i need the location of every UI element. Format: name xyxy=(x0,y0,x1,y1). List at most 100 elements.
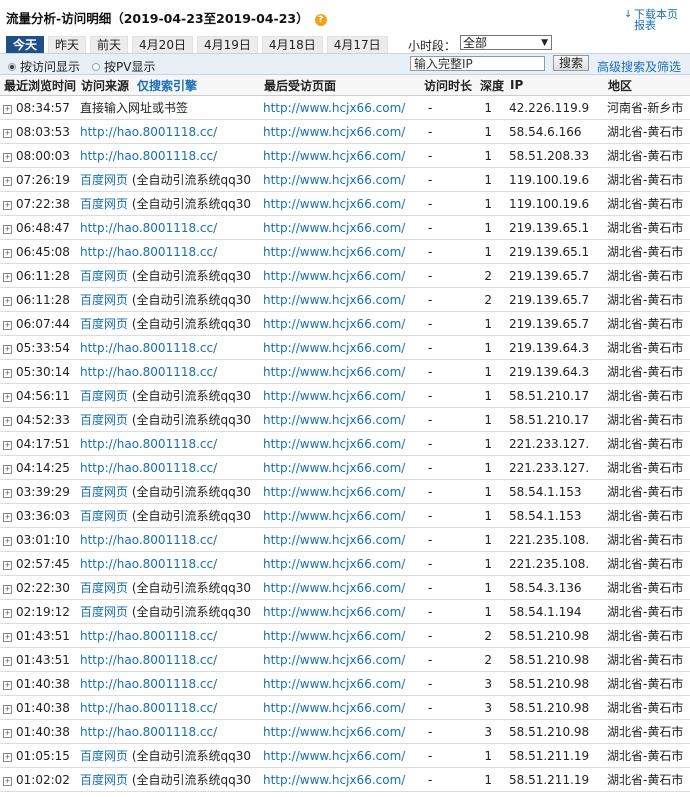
expand-row-icon[interactable]: + xyxy=(3,560,12,570)
expand-row-icon[interactable]: + xyxy=(3,512,12,522)
last-page-link[interactable]: http://www.hcjx66.com/ xyxy=(263,365,405,379)
source-link[interactable]: 百度网页 xyxy=(80,605,128,619)
table-row[interactable]: +03:01:10 http://hao.8001118.cc/http://ww… xyxy=(0,527,690,552)
source-link[interactable]: http://hao.8001118.cc/ xyxy=(80,653,217,667)
table-row[interactable]: +06:07:44 百度网页 (全自动引流系统qq30 http://www.hcj… xyxy=(0,311,690,336)
expand-row-icon[interactable]: + xyxy=(3,488,12,498)
expand-row-icon[interactable]: + xyxy=(3,248,12,258)
last-page-link[interactable]: http://www.hcjx66.com/ xyxy=(263,557,405,571)
radio-by-visit[interactable]: 按访问显示 xyxy=(8,58,80,75)
expand-row-icon[interactable]: + xyxy=(3,320,12,330)
table-row[interactable]: +03:39:29 百度网页 (全自动引流系统qq30 http://www.hcj… xyxy=(0,479,690,504)
last-page-link[interactable]: http://www.hcjx66.com/ xyxy=(263,125,405,139)
table-row[interactable]: +01:43:51 http://hao.8001118.cc/http://ww… xyxy=(0,647,690,672)
table-row[interactable]: +04:52:33 百度网页 (全自动引流系统qq30 http://www.hcj… xyxy=(0,407,690,432)
last-page-link[interactable]: http://www.hcjx66.com/ xyxy=(263,725,405,739)
expand-row-icon[interactable]: + xyxy=(3,272,12,282)
last-page-link[interactable]: http://www.hcjx66.com/ xyxy=(263,677,405,691)
last-page-link[interactable]: http://www.hcjx66.com/ xyxy=(263,437,405,451)
last-page-link[interactable]: http://www.hcjx66.com/ xyxy=(263,509,405,523)
tab-date[interactable]: 4月18日 xyxy=(261,36,323,53)
table-row[interactable]: +05:30:14 http://hao.8001118.cc/http://ww… xyxy=(0,359,690,384)
last-page-link[interactable]: http://www.hcjx66.com/ xyxy=(263,269,405,283)
table-row[interactable]: +06:48:47 http://hao.8001118.cc/http://ww… xyxy=(0,215,690,240)
expand-row-icon[interactable]: + xyxy=(3,680,12,690)
expand-row-icon[interactable]: + xyxy=(3,416,12,426)
source-link[interactable]: http://hao.8001118.cc/ xyxy=(80,629,217,643)
last-page-link[interactable]: http://www.hcjx66.com/ xyxy=(263,197,405,211)
last-page-link[interactable]: http://www.hcjx66.com/ xyxy=(263,245,405,259)
table-row[interactable]: +01:40:38 http://hao.8001118.cc/http://ww… xyxy=(0,671,690,696)
last-page-link[interactable]: http://www.hcjx66.com/ xyxy=(263,149,405,163)
expand-row-icon[interactable]: + xyxy=(3,704,12,714)
radio-by-pv[interactable]: 按PV显示 xyxy=(92,58,155,75)
table-row[interactable]: +01:43:51 http://hao.8001118.cc/http://ww… xyxy=(0,623,690,648)
last-page-link[interactable]: http://www.hcjx66.com/ xyxy=(263,461,405,475)
download-report-label[interactable]: 下载本页报表 xyxy=(624,9,686,31)
source-link[interactable]: 百度网页 xyxy=(80,317,128,331)
source-link[interactable]: http://hao.8001118.cc/ xyxy=(80,125,217,139)
source-link[interactable]: 百度网页 xyxy=(80,269,128,283)
table-row[interactable]: +08:34:57 直接输入网址或书签 http://www.hcjx66.com/… xyxy=(0,95,690,120)
table-row[interactable]: +02:19:12 百度网页 (全自动引流系统qq30 http://www.hcj… xyxy=(0,599,690,624)
table-row[interactable]: +01:40:38 http://hao.8001118.cc/http://ww… xyxy=(0,719,690,744)
table-row[interactable]: +03:36:03 百度网页 (全自动引流系统qq30 http://www.hcj… xyxy=(0,503,690,528)
last-page-link[interactable]: http://www.hcjx66.com/ xyxy=(263,341,405,355)
source-link[interactable]: 百度网页 xyxy=(80,773,128,787)
expand-row-icon[interactable]: + xyxy=(3,752,12,762)
table-row[interactable]: +04:17:51 http://hao.8001118.cc/http://ww… xyxy=(0,431,690,456)
source-link[interactable]: http://hao.8001118.cc/ xyxy=(80,341,217,355)
tab-date[interactable]: 前天 xyxy=(90,36,129,53)
last-page-link[interactable]: http://www.hcjx66.com/ xyxy=(263,629,405,643)
source-link[interactable]: http://hao.8001118.cc/ xyxy=(80,533,217,547)
table-row[interactable]: +05:33:54 http://hao.8001118.cc/http://ww… xyxy=(0,335,690,360)
source-link[interactable]: 百度网页 xyxy=(80,581,128,595)
tab-date[interactable]: 4月20日 xyxy=(132,36,193,53)
expand-row-icon[interactable]: + xyxy=(3,368,12,378)
tab-date[interactable]: 4月17日 xyxy=(326,36,388,53)
last-page-link[interactable]: http://www.hcjx66.com/ xyxy=(263,653,405,667)
expand-row-icon[interactable]: + xyxy=(3,104,12,114)
last-page-link[interactable]: http://www.hcjx66.com/ xyxy=(263,605,405,619)
last-page-link[interactable]: http://www.hcjx66.com/ xyxy=(263,317,405,331)
expand-row-icon[interactable]: + xyxy=(3,464,12,474)
last-page-link[interactable]: http://www.hcjx66.com/ xyxy=(263,221,405,235)
table-row[interactable]: +08:03:53 http://hao.8001118.cc/http://ww… xyxy=(0,119,690,144)
last-page-link[interactable]: http://www.hcjx66.com/ xyxy=(263,773,405,787)
table-row[interactable]: +04:14:25 http://hao.8001118.cc/http://ww… xyxy=(0,455,690,480)
table-row[interactable]: +01:02:02 百度网页 (全自动引流系统qq30 http://www.hcj… xyxy=(0,767,690,792)
radio-by-visit-label[interactable]: 按访问显示 xyxy=(20,58,80,75)
source-link[interactable]: http://hao.8001118.cc/ xyxy=(80,557,217,571)
expand-row-icon[interactable]: + xyxy=(3,128,12,138)
table-row[interactable]: +04:56:11 百度网页 (全自动引流系统qq30 http://www.hcj… xyxy=(0,383,690,408)
last-page-link[interactable]: http://www.hcjx66.com/ xyxy=(263,389,405,403)
expand-row-icon[interactable]: + xyxy=(3,776,12,786)
expand-row-icon[interactable]: + xyxy=(3,536,12,546)
expand-row-icon[interactable]: + xyxy=(3,200,12,210)
last-page-link[interactable]: http://www.hcjx66.com/ xyxy=(263,581,405,595)
table-row[interactable]: +06:11:28 百度网页 (全自动引流系统qq30 http://www.hcj… xyxy=(0,287,690,312)
source-link[interactable]: http://hao.8001118.cc/ xyxy=(80,701,217,715)
last-page-link[interactable]: http://www.hcjx66.com/ xyxy=(263,701,405,715)
last-page-link[interactable]: http://www.hcjx66.com/ xyxy=(263,101,405,115)
table-row[interactable]: +06:11:28 百度网页 (全自动引流系统qq30 http://www.hcj… xyxy=(0,263,690,288)
download-report-link[interactable]: ↓ 下载本页报表 xyxy=(624,9,686,31)
advanced-search-link[interactable]: 高级搜索及筛选 xyxy=(597,58,681,75)
col-header-time[interactable]: 最近浏览时间 xyxy=(0,75,77,96)
last-page-link[interactable]: http://www.hcjx66.com/ xyxy=(263,533,405,547)
source-link[interactable]: http://hao.8001118.cc/ xyxy=(80,461,217,475)
hour-select[interactable]: 全部 ▼ xyxy=(460,35,552,50)
source-link[interactable]: http://hao.8001118.cc/ xyxy=(80,437,217,451)
source-link[interactable]: http://hao.8001118.cc/ xyxy=(80,245,217,259)
table-row[interactable]: +02:57:45 http://hao.8001118.cc/http://ww… xyxy=(0,551,690,576)
radio-by-pv-label[interactable]: 按PV显示 xyxy=(104,58,155,75)
ip-search-input[interactable]: 输入完整IP xyxy=(410,56,545,71)
source-link[interactable]: http://hao.8001118.cc/ xyxy=(80,725,217,739)
search-button[interactable]: 搜索 xyxy=(553,55,590,71)
last-page-link[interactable]: http://www.hcjx66.com/ xyxy=(263,485,405,499)
source-link[interactable]: 百度网页 xyxy=(80,749,128,763)
table-row[interactable]: +01:40:38 http://hao.8001118.cc/http://ww… xyxy=(0,695,690,720)
table-row[interactable]: +02:22:30 百度网页 (全自动引流系统qq30 http://www.hcj… xyxy=(0,575,690,600)
expand-row-icon[interactable]: + xyxy=(3,440,12,450)
expand-row-icon[interactable]: + xyxy=(3,392,12,402)
